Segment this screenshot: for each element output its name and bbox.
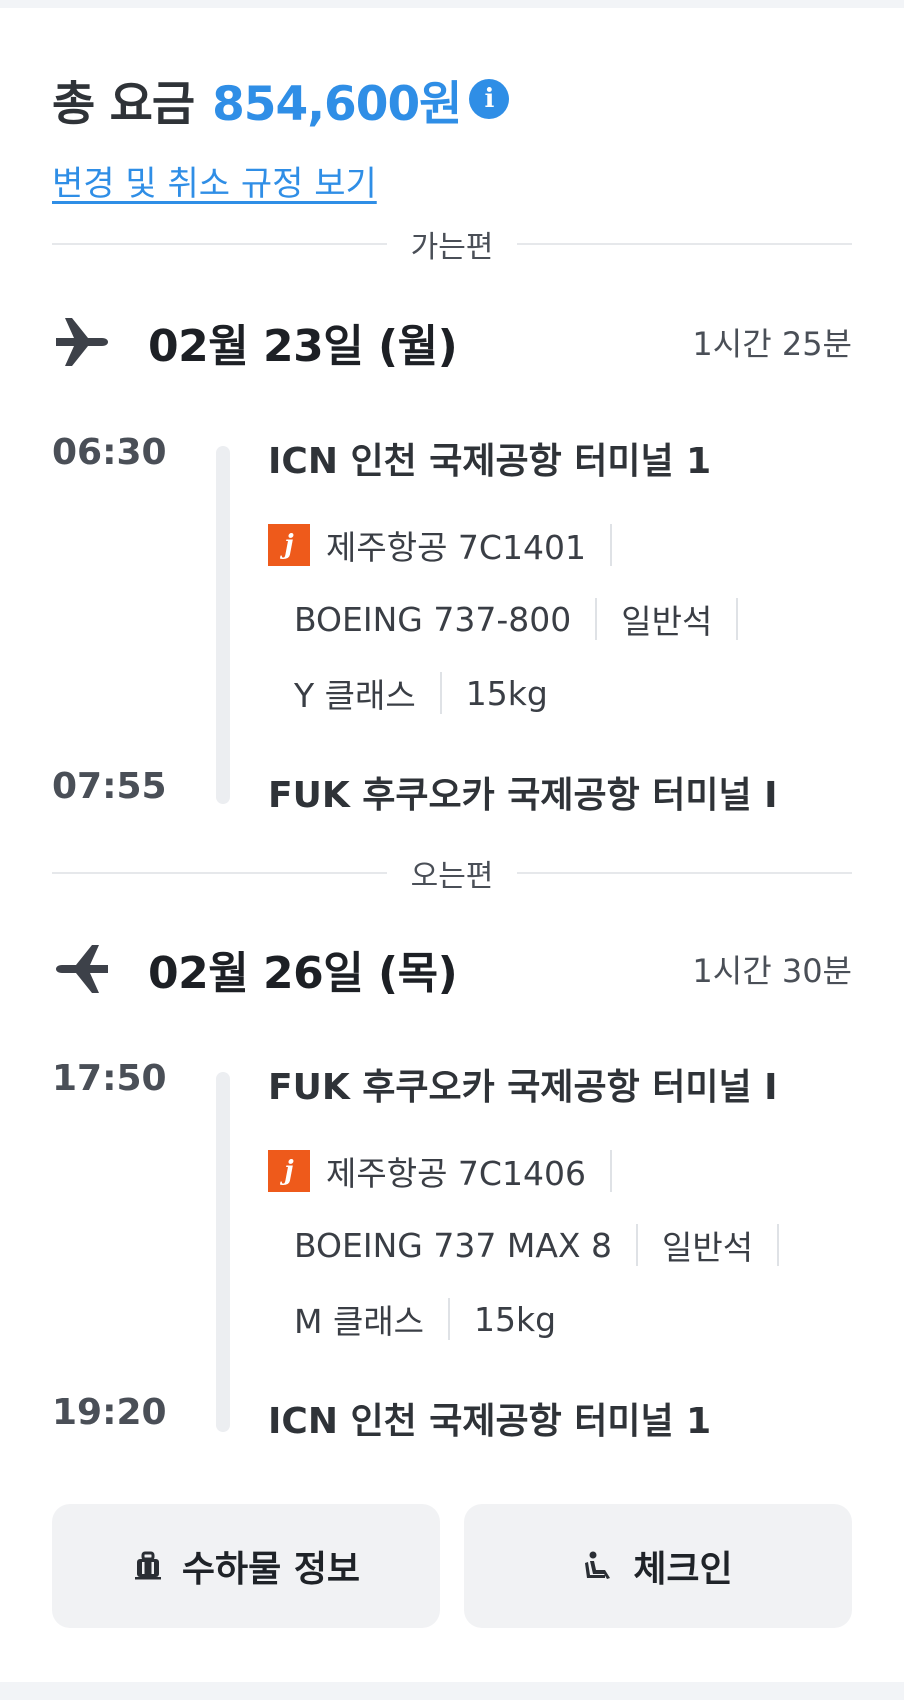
inbound-arrive-airport: ICN 인천 국제공항 터미널 1: [268, 1401, 712, 1442]
inbound-section-label: 오는편: [410, 859, 494, 894]
outbound-timeline-track: [216, 446, 230, 804]
inbound-timeline-track: [216, 1072, 230, 1432]
outbound-arrive-airport: FUK 후쿠오카 국제공항 터미널 I: [268, 775, 778, 816]
inbound-divider: 오는편: [52, 853, 852, 894]
inbound-duration: 1시간 30분: [692, 952, 852, 990]
inbound-aircraft: BOEING 737 MAX 8: [294, 1225, 612, 1265]
outbound-baggage: 15kg: [465, 673, 548, 713]
divider-line: [52, 243, 387, 245]
change-cancel-rules-link[interactable]: 변경 및 취소 규정 보기: [52, 156, 377, 205]
separator: [736, 598, 739, 640]
outbound-depart-airport: ICN 인천 국제공항 터미널 1: [268, 441, 712, 482]
seat-icon: [583, 1550, 615, 1582]
luggage-icon: [132, 1550, 164, 1582]
total-fare-label: 총 요금: [52, 76, 195, 132]
checkin-label: 체크인: [633, 1549, 733, 1590]
divider-line: [52, 872, 387, 874]
inbound-baggage: 15kg: [474, 1299, 557, 1339]
outbound-divider: 가는편: [52, 224, 852, 265]
separator: [595, 598, 598, 640]
separator: [635, 1224, 638, 1266]
separator: [448, 1298, 451, 1340]
separator: [609, 524, 612, 566]
outbound-airline-row: j 제주항공 7C1401: [268, 523, 612, 567]
inbound-aircraft-row: BOEING 737 MAX 8 일반석: [294, 1223, 780, 1267]
separator: [439, 672, 442, 714]
total-fare-amount: 854,600원: [212, 76, 462, 132]
outbound-booking-class: Y 클래스: [294, 676, 416, 715]
outbound-aircraft: BOEING 737-800: [294, 599, 572, 639]
total-fare: 총 요금 854,600원 i: [52, 68, 510, 132]
inbound-booking-class: M 클래스: [294, 1302, 425, 1341]
separator: [777, 1224, 780, 1266]
info-icon[interactable]: i: [469, 79, 510, 119]
inbound-depart-time: 17:50: [52, 1058, 167, 1099]
outbound-date: 02월 23일 (월): [148, 321, 458, 372]
bottom-bar: [0, 1682, 904, 1700]
baggage-info-button[interactable]: 수하물 정보: [52, 1504, 440, 1628]
jeju-air-logo-icon: j: [268, 1150, 310, 1192]
inbound-airline-flight: 제주항공 7C1406: [326, 1154, 586, 1193]
outbound-header: 02월 23일 (월) 1시간 25분: [52, 310, 852, 374]
airplane-icon: [56, 318, 108, 366]
separator: [609, 1150, 612, 1192]
outbound-depart-time: 06:30: [52, 432, 167, 473]
outbound-aircraft-row: BOEING 737-800 일반석: [294, 597, 739, 641]
airplane-icon: [56, 945, 108, 993]
checkin-button[interactable]: 체크인: [464, 1504, 852, 1628]
outbound-class-row: Y 클래스 15kg: [294, 671, 548, 715]
inbound-depart-airport: FUK 후쿠오카 국제공항 터미널 I: [268, 1067, 778, 1108]
outbound-airline-flight: 제주항공 7C1401: [326, 528, 586, 567]
inbound-cabin: 일반석: [661, 1228, 754, 1267]
inbound-date: 02월 26일 (목): [148, 948, 458, 999]
baggage-info-label: 수하물 정보: [181, 1549, 361, 1590]
itinerary-card: 총 요금 854,600원 i 변경 및 취소 규정 보기 가는편 02월 23…: [0, 8, 904, 1682]
divider-line: [517, 872, 852, 874]
jeju-air-logo-icon: j: [268, 524, 310, 566]
inbound-airline-row: j 제주항공 7C1406: [268, 1149, 612, 1193]
outbound-duration: 1시간 25분: [692, 325, 852, 363]
divider-line: [517, 243, 852, 245]
outbound-arrive-time: 07:55: [52, 766, 167, 807]
inbound-class-row: M 클래스 15kg: [294, 1297, 556, 1341]
outbound-section-label: 가는편: [410, 230, 494, 265]
outbound-cabin: 일반석: [621, 602, 713, 641]
top-bar: [0, 0, 904, 8]
inbound-header: 02월 26일 (목) 1시간 30분: [52, 937, 852, 1001]
inbound-arrive-time: 19:20: [52, 1392, 167, 1433]
